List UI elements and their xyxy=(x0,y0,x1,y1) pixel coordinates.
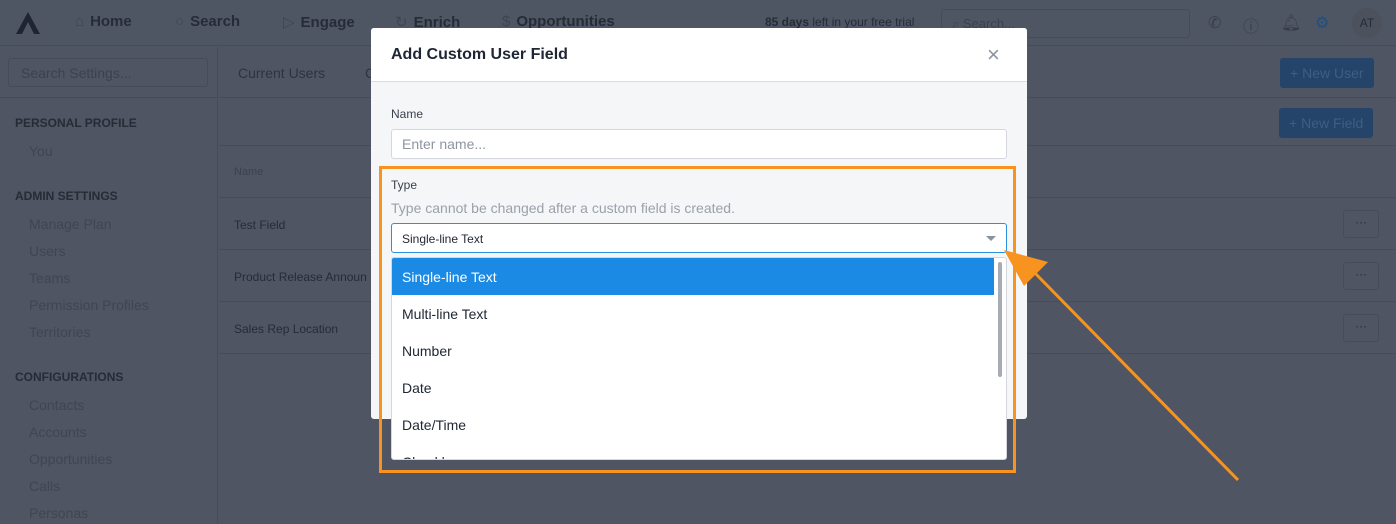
annotation-arrow xyxy=(1004,250,1240,482)
